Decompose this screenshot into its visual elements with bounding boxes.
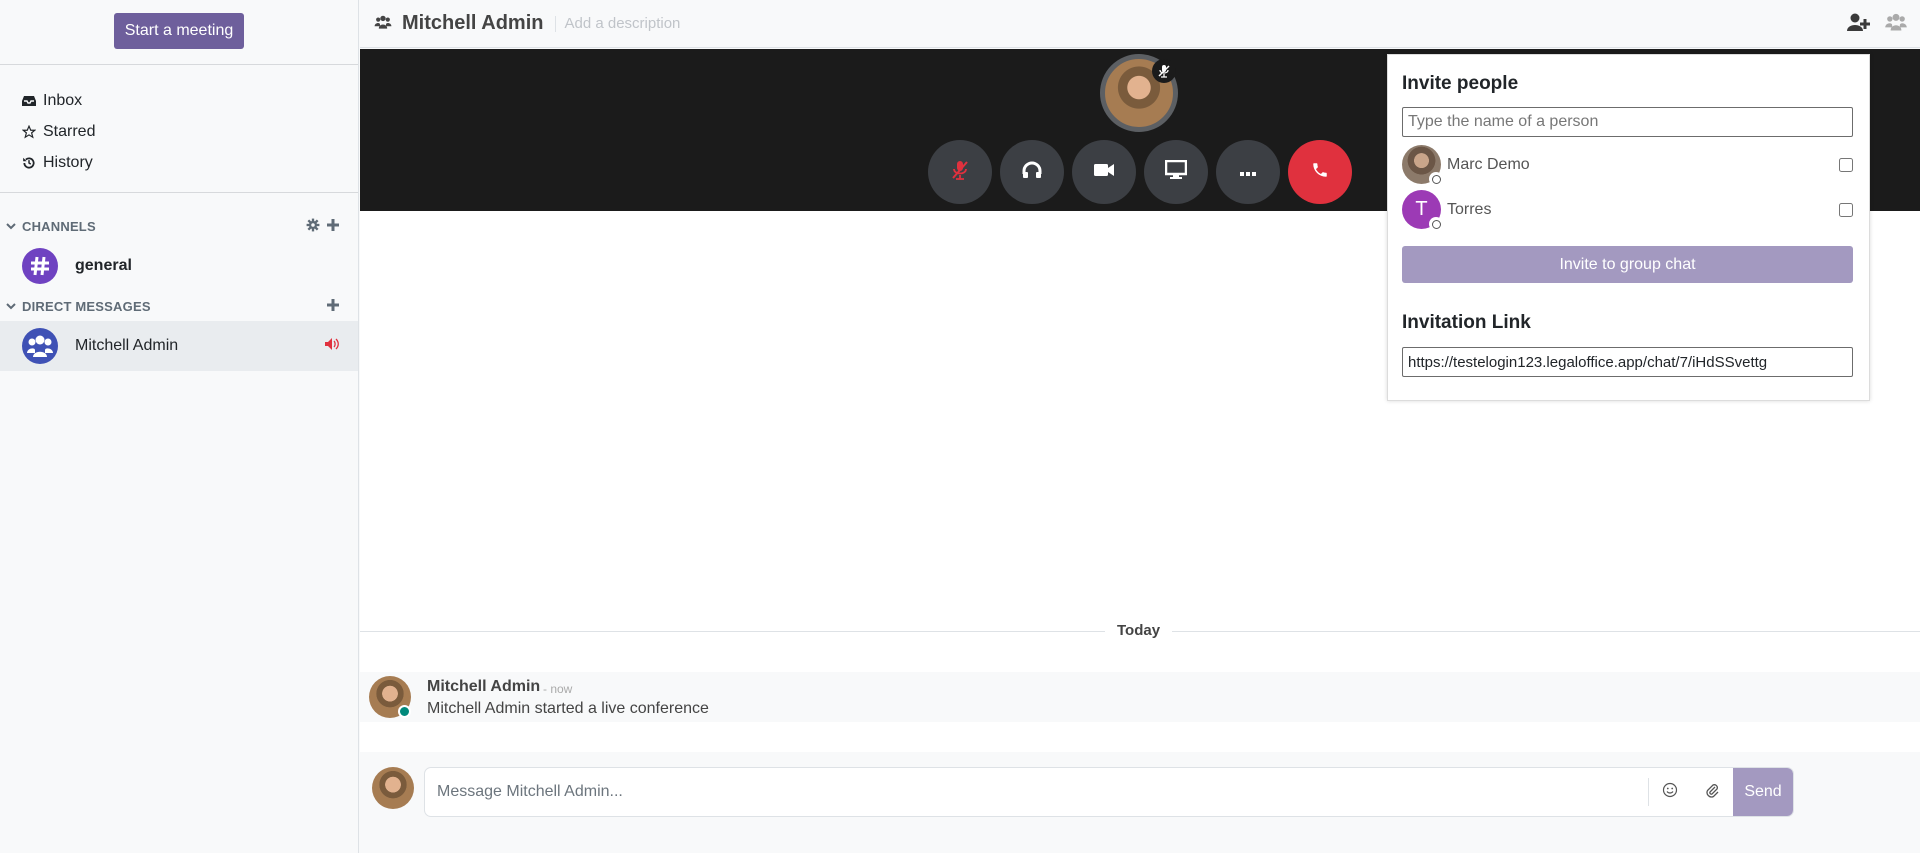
sidebar-item-mitchell-admin[interactable]: Mitchell Admin: [0, 321, 358, 371]
sidebar-item-general[interactable]: general: [0, 241, 358, 291]
message-date: - now: [543, 682, 573, 696]
phone-icon: [1311, 161, 1329, 183]
desktop-icon: [1164, 159, 1188, 184]
message-input[interactable]: [425, 768, 1648, 816]
add-user-icon[interactable]: [1846, 12, 1870, 36]
group-icon: [374, 14, 392, 34]
composer-box: Send: [424, 767, 1794, 817]
mute-button[interactable]: [928, 140, 992, 204]
partner-name: Marc Demo: [1447, 155, 1530, 173]
invite-title: Invite people: [1402, 73, 1519, 94]
gear-icon[interactable]: [306, 218, 320, 235]
sidebar: Start a meeting Inbox Starred History CH…: [0, 0, 359, 853]
volume-up-icon: [324, 337, 340, 355]
channels-header[interactable]: CHANNELS: [0, 211, 358, 241]
date-separator-label: Today: [1105, 622, 1173, 639]
partner-item[interactable]: T Torres: [1402, 187, 1855, 232]
muted-microphone-icon: [1152, 59, 1176, 83]
muted-microphone-icon: [951, 160, 969, 184]
partner-list: Marc Demo T Torres: [1402, 142, 1855, 232]
headphones-icon: [1022, 161, 1042, 183]
composer: Send: [360, 752, 1920, 853]
smiley-icon: [1662, 782, 1678, 802]
add-chat-icon[interactable]: [326, 298, 340, 315]
start-meeting-button[interactable]: Start a meeting: [113, 13, 245, 49]
sidebar-item-inbox[interactable]: Inbox: [0, 85, 358, 116]
partner-name: Torres: [1447, 200, 1492, 218]
sidebar-item-history[interactable]: History: [0, 147, 358, 178]
hang-up-button[interactable]: [1288, 140, 1352, 204]
channel-name: general: [75, 257, 132, 274]
share-screen-button[interactable]: [1144, 140, 1208, 204]
thread-title: Mitchell Admin: [402, 12, 544, 34]
partner-avatar: T: [1402, 190, 1443, 231]
offline-status-icon: [1429, 217, 1443, 231]
emoji-button[interactable]: [1649, 768, 1691, 816]
start-meeting-area: Start a meeting: [0, 0, 358, 65]
direct-messages-header[interactable]: DIRECT MESSAGES: [0, 291, 358, 321]
message-item[interactable]: Mitchell Admin - now Mitchell Admin star…: [360, 672, 1920, 722]
chevron-down-icon[interactable]: [6, 302, 16, 310]
call-controls: [928, 140, 1352, 204]
message-author[interactable]: Mitchell Admin: [427, 678, 540, 696]
invite-to-group-chat-button[interactable]: Invite to group chat: [1402, 246, 1853, 283]
description-input[interactable]: Add a description: [564, 15, 680, 32]
paperclip-icon: [1704, 782, 1720, 802]
partner-initial: T: [1415, 198, 1428, 220]
dm-name: Mitchell Admin: [75, 337, 179, 354]
attachment-button[interactable]: [1691, 768, 1733, 816]
invite-search-input[interactable]: [1402, 107, 1853, 137]
direct-messages-header-label: DIRECT MESSAGES: [22, 298, 151, 314]
partner-item[interactable]: Marc Demo: [1402, 142, 1855, 187]
partner-checkbox[interactable]: [1839, 157, 1853, 172]
message-body: Mitchell Admin started a live conference: [427, 700, 709, 717]
offline-status-icon: [1429, 172, 1443, 186]
current-user-avatar: [372, 767, 414, 809]
camera-button[interactable]: [1072, 140, 1136, 204]
mailbox-list: Inbox Starred History: [0, 65, 358, 193]
thread-header: Mitchell Admin Add a description: [360, 0, 1920, 48]
header-divider: [555, 15, 557, 32]
ellipsis-icon: [1240, 164, 1256, 181]
invitation-link-title: Invitation Link: [1402, 312, 1531, 333]
more-options-button[interactable]: [1216, 140, 1280, 204]
history-icon: [22, 156, 36, 170]
chevron-down-icon[interactable]: [6, 222, 16, 230]
sidebar-item-label: Starred: [43, 122, 96, 140]
sidebar-item-starred[interactable]: Starred: [0, 116, 358, 147]
sidebar-item-label: History: [43, 153, 93, 171]
invite-popover: Invite people Marc Demo T Torres Invite …: [1387, 54, 1870, 401]
channels-header-label: CHANNELS: [22, 218, 96, 234]
group-icon: [22, 328, 58, 364]
hashtag-icon: [22, 248, 58, 284]
add-channel-icon[interactable]: [326, 218, 340, 235]
members-icon[interactable]: [1884, 12, 1908, 36]
inbox-icon: [22, 94, 36, 108]
partner-checkbox[interactable]: [1839, 202, 1853, 217]
online-status-icon: [398, 705, 411, 718]
video-camera-icon: [1093, 162, 1115, 182]
invitation-link-field[interactable]: [1402, 347, 1853, 377]
send-button[interactable]: Send: [1733, 768, 1793, 816]
sidebar-item-label: Inbox: [43, 91, 83, 109]
deafen-button[interactable]: [1000, 140, 1064, 204]
partner-avatar: [1402, 145, 1443, 186]
star-icon: [22, 124, 36, 139]
